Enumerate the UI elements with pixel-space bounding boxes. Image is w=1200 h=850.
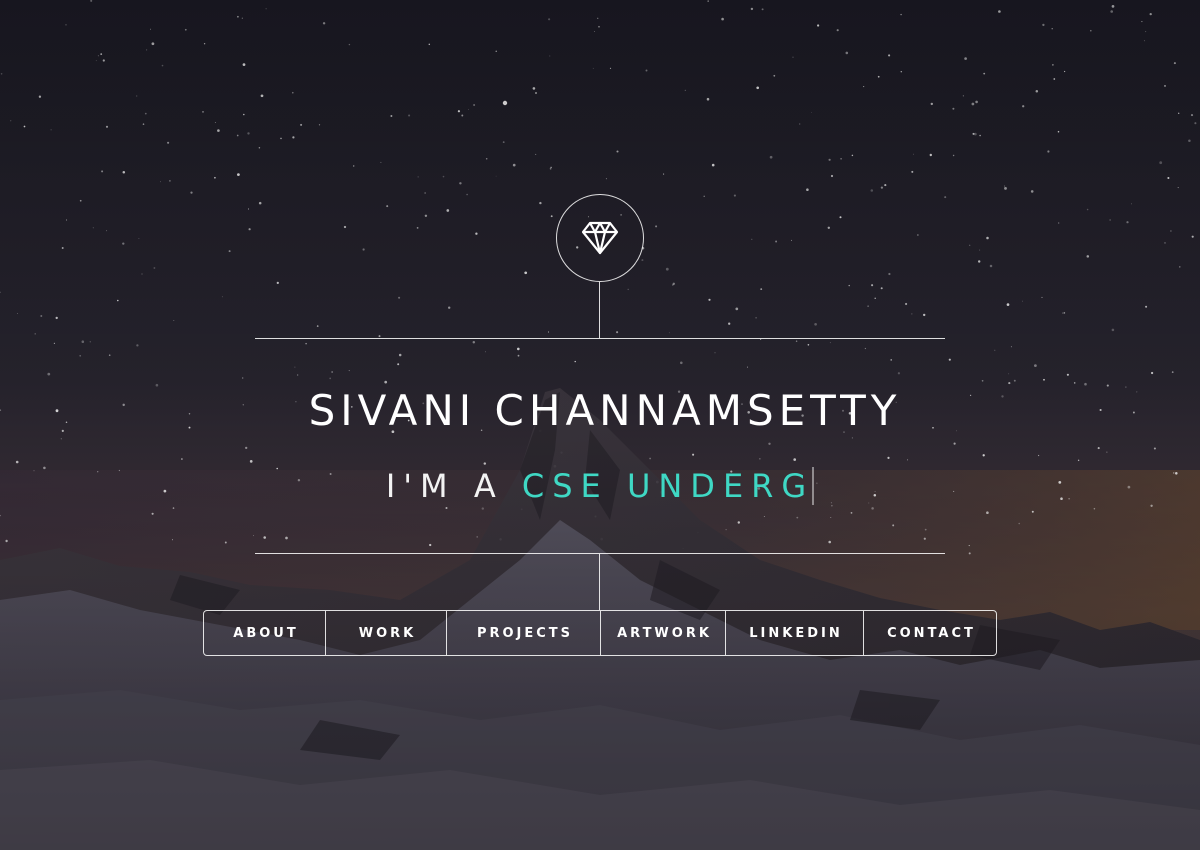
nav-work-link[interactable]: WORK [325,611,446,655]
connector-line-bottom [599,554,600,610]
tagline-prefix: I'M A [385,467,522,505]
typing-cursor [812,467,815,505]
nav-contact-link[interactable]: CONTACT [863,611,996,655]
main-nav: ABOUT WORK PROJECTS ARTWORK LINKEDIN CON… [203,610,997,656]
connector-line-top [599,282,600,338]
divider-bottom [255,553,945,554]
nav-about-link[interactable]: ABOUT [204,611,325,655]
divider-top [255,338,945,339]
tagline: I'M A CSE UNDERG [255,463,945,509]
tagline-typed-text: CSE UNDERG [521,467,815,505]
logo-circle [556,194,644,282]
page-title: SIVANI CHANNAMSETTY [308,386,902,435]
diamond-icon [581,221,619,255]
nav-artwork-link[interactable]: ARTWORK [600,611,725,655]
nav-linkedin-link[interactable]: LINKEDIN [725,611,863,655]
nav-projects-link[interactable]: PROJECTS [446,611,600,655]
